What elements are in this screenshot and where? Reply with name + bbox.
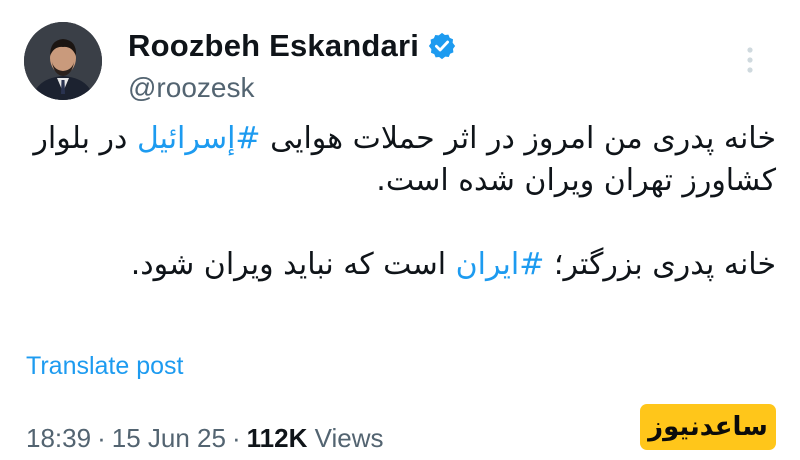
tweet-text-part: خانه پدری بزرگتر؛: [544, 247, 776, 282]
author-display-name[interactable]: Roozbeh Eskandari: [128, 28, 419, 64]
hashtag-link-iran[interactable]: #ایران: [456, 247, 545, 282]
author-handle[interactable]: @roozesk: [128, 72, 457, 104]
tweet-header: Roozbeh Eskandari @roozesk: [24, 18, 776, 104]
author-names: Roozbeh Eskandari @roozesk: [128, 28, 457, 104]
tweet-date[interactable]: 15 Jun 25: [112, 423, 226, 453]
tweet-text: خانه پدری من امروز در اثر حملات هوایی #إ…: [24, 118, 776, 286]
tweet-time[interactable]: 18:39: [26, 423, 91, 453]
views-count: 112K: [246, 423, 308, 453]
meta-separator: ·: [97, 423, 106, 453]
watermark-logo: ساعدنیوز: [640, 404, 776, 450]
avatar-image: [24, 22, 102, 100]
tweet-paragraph-1: خانه پدری من امروز در اثر حملات هوایی #إ…: [24, 118, 776, 202]
meta-separator: ·: [231, 423, 241, 453]
hashtag-link-israel[interactable]: #إسرائيل: [137, 121, 261, 156]
translate-post-link[interactable]: Translate post: [26, 352, 183, 381]
tweet-text-part: است که نباید ویران شود.: [130, 247, 456, 282]
avatar[interactable]: [24, 22, 102, 100]
tweet-meta: 18:39 · 15 Jun 25 · 112K Views: [26, 423, 384, 454]
tweet-paragraph-2: خانه پدری بزرگتر؛ #ایران است که نباید وی…: [24, 244, 776, 286]
watermark-text: ساعدنیوز: [648, 412, 768, 442]
tweet-text-part: خانه پدری من امروز در اثر حملات هوایی: [260, 121, 776, 156]
verified-badge-icon: [428, 32, 456, 60]
more-options-icon[interactable]: [734, 44, 766, 76]
views-label: Views: [314, 423, 384, 453]
